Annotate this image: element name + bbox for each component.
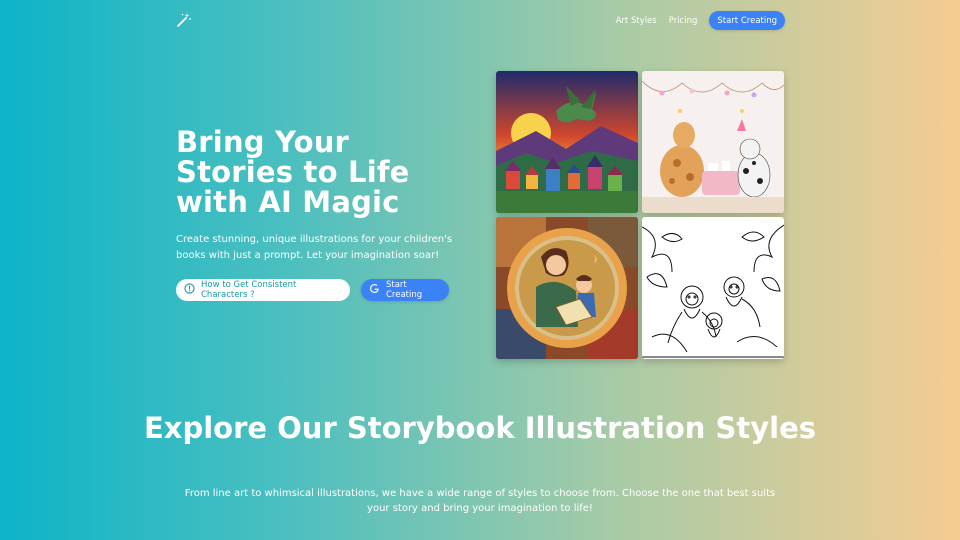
consistent-characters-button[interactable]: How to Get Consistent Characters ? (176, 279, 350, 301)
nav-links: Art Styles Pricing Start Creating (616, 11, 785, 30)
monkeys-line-art-illustration (642, 217, 784, 359)
hero-buttons: How to Get Consistent Characters ? Start… (176, 279, 449, 301)
dragon-village-illustration (496, 71, 638, 213)
hero-subtitle: Create stunning, unique illustrations fo… (176, 234, 453, 261)
nav-link-pricing[interactable]: Pricing (669, 16, 698, 26)
hero-title-line-1: Bring Your (176, 125, 350, 159)
giraffe-dog-tea-party-illustration (642, 71, 784, 213)
info-circle-icon (184, 283, 195, 297)
consistent-characters-label: How to Get Consistent Characters ? (201, 280, 297, 300)
top-nav: Art Styles Pricing Start Creating (0, 0, 960, 42)
nav-start-creating-button[interactable]: Start Creating (709, 11, 785, 30)
hero-title: Bring Your Stories to Life with AI Magic (176, 127, 456, 217)
magic-wand-icon[interactable] (176, 12, 192, 28)
hero-title-line-3: with AI Magic (176, 185, 400, 219)
styles-section-title: Explore Our Storybook Illustration Style… (143, 411, 817, 445)
google-icon (369, 283, 380, 297)
illustration-gallery (496, 71, 784, 359)
nav-link-art-styles[interactable]: Art Styles (616, 16, 657, 26)
styles-section-subtitle: From line art to whimsical illustrations… (184, 488, 776, 514)
start-creating-button[interactable]: Start Creating (361, 279, 449, 301)
mother-child-reading-illustration (496, 217, 638, 359)
start-creating-label: Start Creating (386, 280, 423, 300)
hero-title-line-2: Stories to Life (176, 155, 410, 189)
